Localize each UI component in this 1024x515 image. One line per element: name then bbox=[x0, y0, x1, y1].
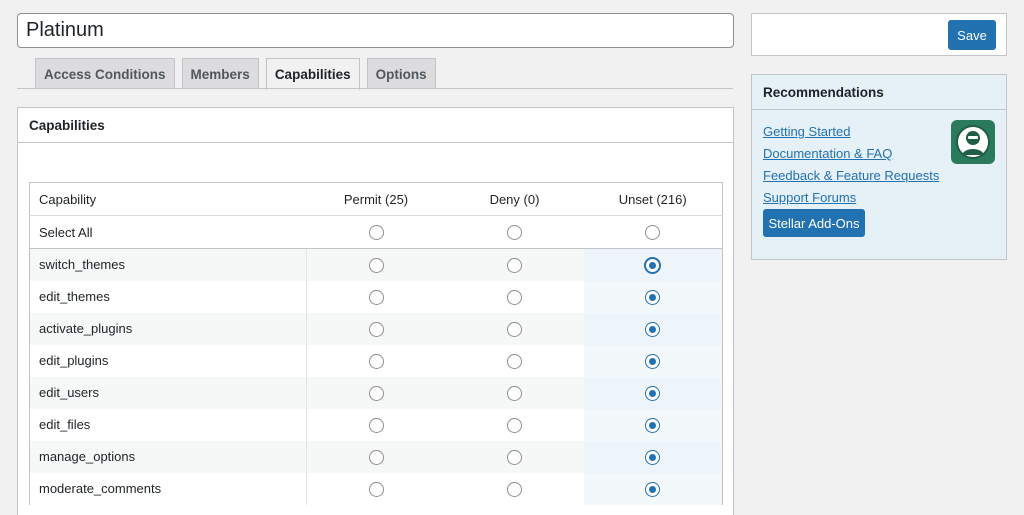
capability-name: edit_plugins bbox=[29, 344, 307, 377]
unset-radio[interactable] bbox=[645, 321, 661, 337]
capability-name: manage_options bbox=[29, 440, 307, 473]
permit-radio[interactable] bbox=[368, 321, 384, 337]
tab-members[interactable]: Members bbox=[181, 58, 259, 89]
unset-radio[interactable] bbox=[645, 385, 661, 401]
capability-name: edit_themes bbox=[29, 280, 307, 313]
deny-radio[interactable] bbox=[507, 321, 522, 337]
title-input[interactable] bbox=[17, 13, 734, 48]
header-permit: Permit (25) bbox=[306, 182, 446, 216]
panel-title: Capabilities bbox=[18, 108, 733, 143]
unset-radio[interactable] bbox=[645, 353, 661, 369]
permit-radio[interactable] bbox=[368, 385, 384, 401]
capabilities-table: Capability Permit (25) Deny (0) Unset (2… bbox=[29, 182, 723, 505]
capability-name: activate_plugins bbox=[29, 312, 307, 345]
tab-capabilities[interactable]: Capabilities bbox=[265, 58, 360, 90]
select-all-label: Select All bbox=[29, 215, 307, 249]
tab-access-conditions[interactable]: Access Conditions bbox=[35, 58, 175, 89]
deny-radio[interactable] bbox=[507, 257, 522, 273]
tab-options[interactable]: Options bbox=[366, 58, 436, 89]
table-row: edit_files bbox=[29, 408, 723, 441]
permit-radio[interactable] bbox=[368, 417, 384, 433]
deny-radio[interactable] bbox=[507, 289, 522, 305]
table-row: manage_options bbox=[29, 440, 723, 473]
deny-radio[interactable] bbox=[507, 481, 522, 497]
plugin-logo-icon bbox=[951, 120, 995, 164]
recommendations-box: Recommendations Getting Started Document… bbox=[751, 74, 1007, 260]
save-button[interactable]: Save bbox=[948, 20, 996, 50]
recommendations-title: Recommendations bbox=[752, 75, 1006, 110]
permit-radio[interactable] bbox=[368, 289, 384, 305]
unset-radio[interactable] bbox=[645, 417, 661, 433]
unset-radio[interactable] bbox=[645, 481, 661, 497]
select-all-unset-radio[interactable] bbox=[645, 225, 661, 241]
stellar-addons-button[interactable]: Stellar Add-Ons bbox=[763, 209, 865, 237]
capability-name: edit_users bbox=[29, 376, 307, 409]
permit-radio[interactable] bbox=[368, 353, 384, 369]
table-row: switch_themes bbox=[29, 248, 723, 281]
table-row: edit_users bbox=[29, 376, 723, 409]
tab-bar: Access Conditions Members Capabilities O… bbox=[35, 58, 443, 90]
table-row: edit_plugins bbox=[29, 344, 723, 377]
deny-radio[interactable] bbox=[507, 353, 522, 369]
select-all-permit-radio[interactable] bbox=[368, 225, 384, 241]
link-feedback-feature-requests[interactable]: Feedback & Feature Requests bbox=[763, 165, 939, 187]
capability-name: edit_files bbox=[29, 408, 307, 441]
capability-name: moderate_comments bbox=[29, 472, 307, 505]
header-capability: Capability bbox=[29, 182, 307, 216]
table-header-row: Capability Permit (25) Deny (0) Unset (2… bbox=[29, 182, 723, 216]
capabilities-panel: Capabilities Capability Permit (25) Deny… bbox=[17, 107, 734, 515]
deny-radio[interactable] bbox=[507, 449, 522, 465]
deny-radio[interactable] bbox=[507, 385, 522, 401]
deny-radio[interactable] bbox=[507, 417, 522, 433]
recommendations-links: Getting Started Documentation & FAQ Feed… bbox=[763, 121, 939, 209]
unset-radio[interactable] bbox=[645, 257, 661, 273]
publish-box: Save bbox=[751, 13, 1007, 56]
table-row: activate_plugins bbox=[29, 312, 723, 345]
tabs-divider bbox=[17, 88, 733, 89]
link-getting-started[interactable]: Getting Started bbox=[763, 121, 939, 143]
link-documentation-faq[interactable]: Documentation & FAQ bbox=[763, 143, 939, 165]
header-unset: Unset (216) bbox=[583, 182, 723, 216]
capability-name: switch_themes bbox=[29, 248, 307, 281]
table-row: edit_themes bbox=[29, 280, 723, 313]
permit-radio[interactable] bbox=[368, 481, 384, 497]
table-row: moderate_comments bbox=[29, 472, 723, 505]
header-deny: Deny (0) bbox=[445, 182, 584, 216]
unset-radio[interactable] bbox=[645, 449, 661, 465]
select-all-deny-radio[interactable] bbox=[507, 225, 522, 241]
select-all-row: Select All bbox=[29, 215, 723, 249]
permit-radio[interactable] bbox=[368, 257, 384, 273]
unset-radio[interactable] bbox=[645, 289, 661, 305]
permit-radio[interactable] bbox=[368, 449, 384, 465]
link-support-forums[interactable]: Support Forums bbox=[763, 187, 939, 209]
